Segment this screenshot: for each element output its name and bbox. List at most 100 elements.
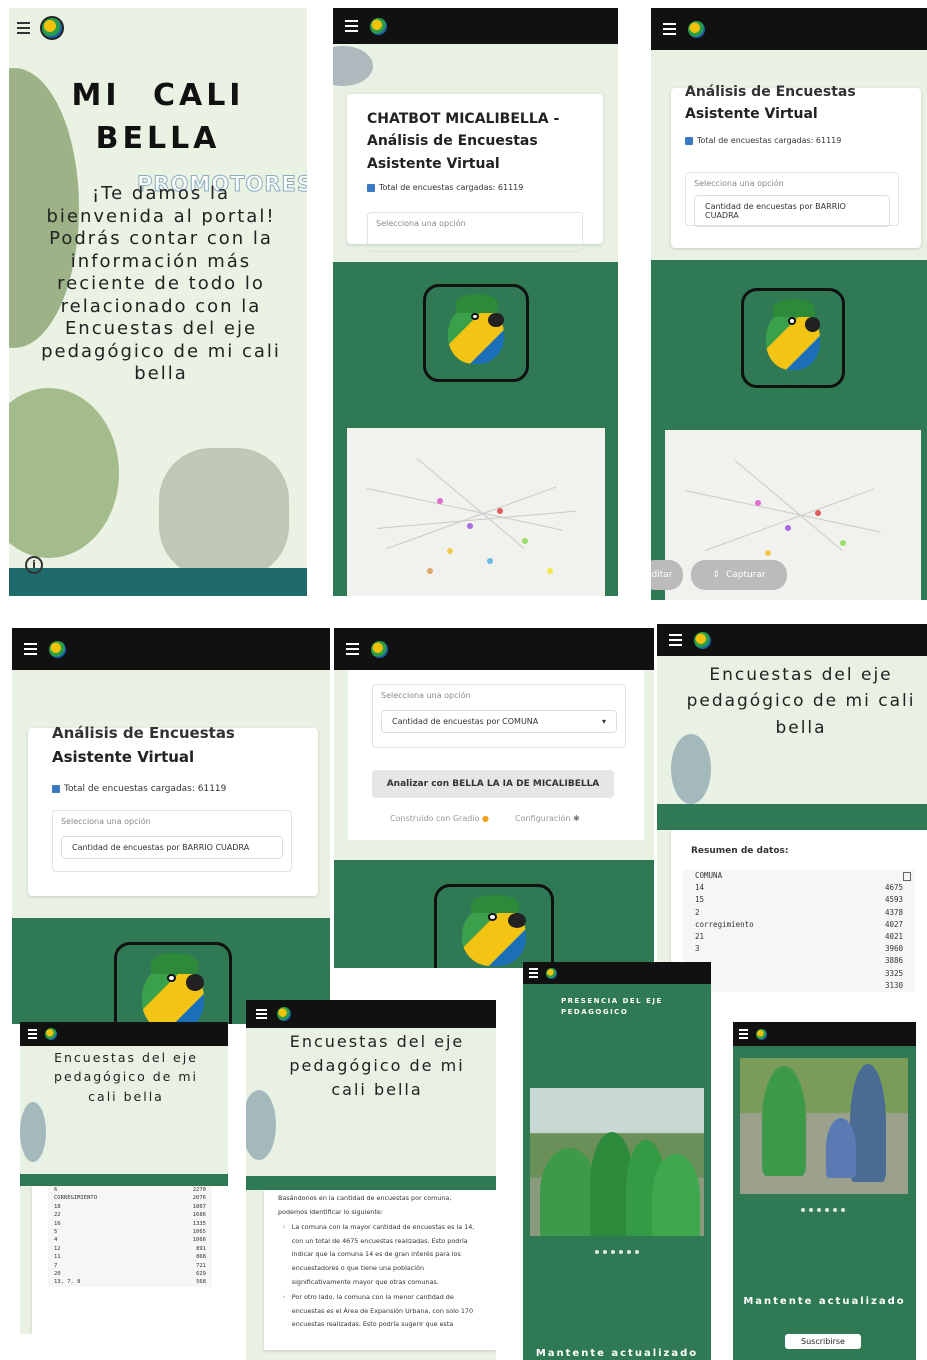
table-cell-value: 4593 <box>884 895 903 905</box>
hero-title-line1: MI CALI <box>71 78 245 113</box>
edit-button[interactable]: ditar <box>651 560 683 590</box>
table-cell-label: 22 <box>54 1212 61 1219</box>
chatbot-title: CHATBOT MICALIBELLA - Análisis de Encues… <box>367 111 560 172</box>
table-row: 12 891 <box>54 1245 206 1253</box>
top-bar <box>333 8 618 44</box>
table-icon <box>52 785 60 793</box>
hero-title-line2: BELLA <box>95 121 221 156</box>
carousel-dots[interactable] <box>801 1208 845 1212</box>
table-cell-label: 13, 7, 8 <box>54 1279 81 1286</box>
table-cell-label: 20 <box>54 1271 61 1278</box>
app-logo-icon <box>688 20 705 38</box>
table-cell-value: 2076 <box>192 1195 206 1202</box>
table-cell-label: COMUNA <box>695 871 723 880</box>
select-value[interactable]: Cantidad de encuestas por COMUNA ▾ <box>381 710 617 733</box>
table-cell-value: 4378 <box>884 907 903 917</box>
screen-presencia: PRESENCIA DEL EJE PEDAGOGICO Mantente ac… <box>523 962 711 1360</box>
subscribe-button[interactable]: Suscribirse <box>785 1334 861 1349</box>
chatbot-subtitle: Asistente Virtual <box>685 106 818 122</box>
table-row: 11 868 <box>54 1253 206 1261</box>
chatbot-title-partial: Análisis de Encuestas <box>52 724 235 742</box>
stay-updated-text: Mantente actualizado <box>535 1348 699 1359</box>
top-bar <box>246 1000 496 1028</box>
table-cell-label: 6 <box>54 1187 58 1193</box>
chatbot-subtitle: Asistente Virtual <box>52 748 195 766</box>
top-bar <box>12 628 330 670</box>
menu-icon[interactable] <box>256 1009 267 1019</box>
table-row: 22 1686 <box>54 1211 206 1219</box>
top-bar <box>733 1022 916 1046</box>
info-circle-icon[interactable]: i <box>25 556 43 574</box>
table-cell-value: 1335 <box>192 1220 206 1227</box>
total-count: Total de encuestas cargadas: 61119 <box>52 784 294 794</box>
gradio-footer: Construido con Gradio ● Configuración ✱ <box>390 814 580 823</box>
select-box: Selecciona una opción Cantidad de encues… <box>372 684 626 748</box>
table-cell-value: 3130 <box>884 980 903 990</box>
green-section <box>657 804 927 830</box>
capture-button[interactable]: ⇕ Capturar <box>691 560 787 590</box>
table-cell-label: 15 <box>695 895 705 905</box>
built-with-gradio-link[interactable]: Construido con Gradio ● <box>390 814 489 823</box>
menu-icon[interactable] <box>28 1029 37 1039</box>
decor-leaf <box>9 388 119 558</box>
table-row: 3 3960 <box>695 943 903 955</box>
table-row: 3886 <box>695 955 903 967</box>
screen-hero: MI CALI BELLA PROMOTORES ¡Te damos la bi… <box>9 8 307 596</box>
table-cell-value: 4021 <box>884 932 903 942</box>
analyze-button[interactable]: Analizar con BELLA LA IA DE MICALIBELLA <box>372 770 614 798</box>
table-icon <box>367 183 375 192</box>
table-cell-value: 4027 <box>884 919 903 929</box>
table-cell-label: 4 <box>54 1237 58 1244</box>
hero-top <box>17 16 64 40</box>
menu-icon[interactable] <box>669 634 682 646</box>
total-count: Total de encuestas cargadas: 61119 <box>685 136 907 145</box>
menu-icon[interactable] <box>345 20 358 32</box>
table-cell-value: 2270 <box>192 1187 206 1193</box>
menu-icon[interactable] <box>24 643 37 655</box>
menu-icon[interactable] <box>739 1029 748 1039</box>
parrot-logo-icon <box>741 288 845 388</box>
analysis-bullet-2: ◦ Por otro lado, la comuna con la menor c… <box>282 1293 474 1329</box>
table-icon <box>685 136 693 145</box>
eje-title: Encuestas del eje pedagógico de mi cali … <box>686 665 916 738</box>
green-section <box>20 1174 228 1186</box>
table-cell-value: 629 <box>196 1271 206 1278</box>
summary-table: COMUNA 14 4675 15 4593 2 4378 corregimiento 4027… <box>683 870 915 993</box>
menu-icon[interactable] <box>17 22 30 34</box>
app-logo-icon <box>370 17 387 35</box>
menu-icon[interactable] <box>346 643 359 655</box>
select-box: Selecciona una opción Cantidad de encues… <box>685 172 899 227</box>
table-cell-label: 12 <box>54 1245 61 1252</box>
copy-icon[interactable] <box>903 872 911 881</box>
app-logo-icon <box>49 640 66 658</box>
select-label: Selecciona una opción <box>381 691 471 700</box>
table-cell-value: 568 <box>196 1279 206 1286</box>
table-row: 16 1335 <box>54 1220 206 1228</box>
top-bar <box>334 628 654 670</box>
table-cell-label: CORREGIMIENTO <box>54 1195 98 1202</box>
select-value[interactable]: Cantidad de encuestas por BARRIO CUADRA <box>61 836 283 859</box>
carousel-dots[interactable] <box>595 1250 639 1254</box>
table-cell-value: 3886 <box>884 956 903 966</box>
screen-eje-summary: Encuestas del eje pedagógico de mi cali … <box>657 624 927 1000</box>
select-value[interactable]: Cantidad de encuestas por BARRIO CUADRA <box>694 195 890 227</box>
menu-icon[interactable] <box>529 968 538 978</box>
screen-chatbot: CHATBOT MICALIBELLA - Análisis de Encues… <box>333 8 618 596</box>
table-row: corregimiento 4027 <box>695 919 903 931</box>
table-row: 4 1066 <box>54 1236 206 1244</box>
table-cell-value: 721 <box>196 1262 206 1269</box>
table-cell-label: 5 <box>54 1229 58 1236</box>
menu-icon[interactable] <box>663 23 676 35</box>
table-cell-label: 16 <box>54 1220 61 1227</box>
green-section <box>246 1176 496 1190</box>
top-bar <box>651 8 927 50</box>
eje-title: Encuestas del eje pedagógico de mi cali … <box>289 1032 465 1099</box>
table-row: 5 1065 <box>54 1228 206 1236</box>
settings-link[interactable]: Configuración ✱ <box>515 814 580 823</box>
top-bar <box>523 962 711 984</box>
app-logo-icon <box>694 631 711 649</box>
app-logo-icon <box>277 1007 291 1021</box>
table-row: COMUNA <box>695 870 903 882</box>
select-label: Selecciona una opción <box>376 219 466 228</box>
table-cell-value: 868 <box>196 1254 206 1261</box>
